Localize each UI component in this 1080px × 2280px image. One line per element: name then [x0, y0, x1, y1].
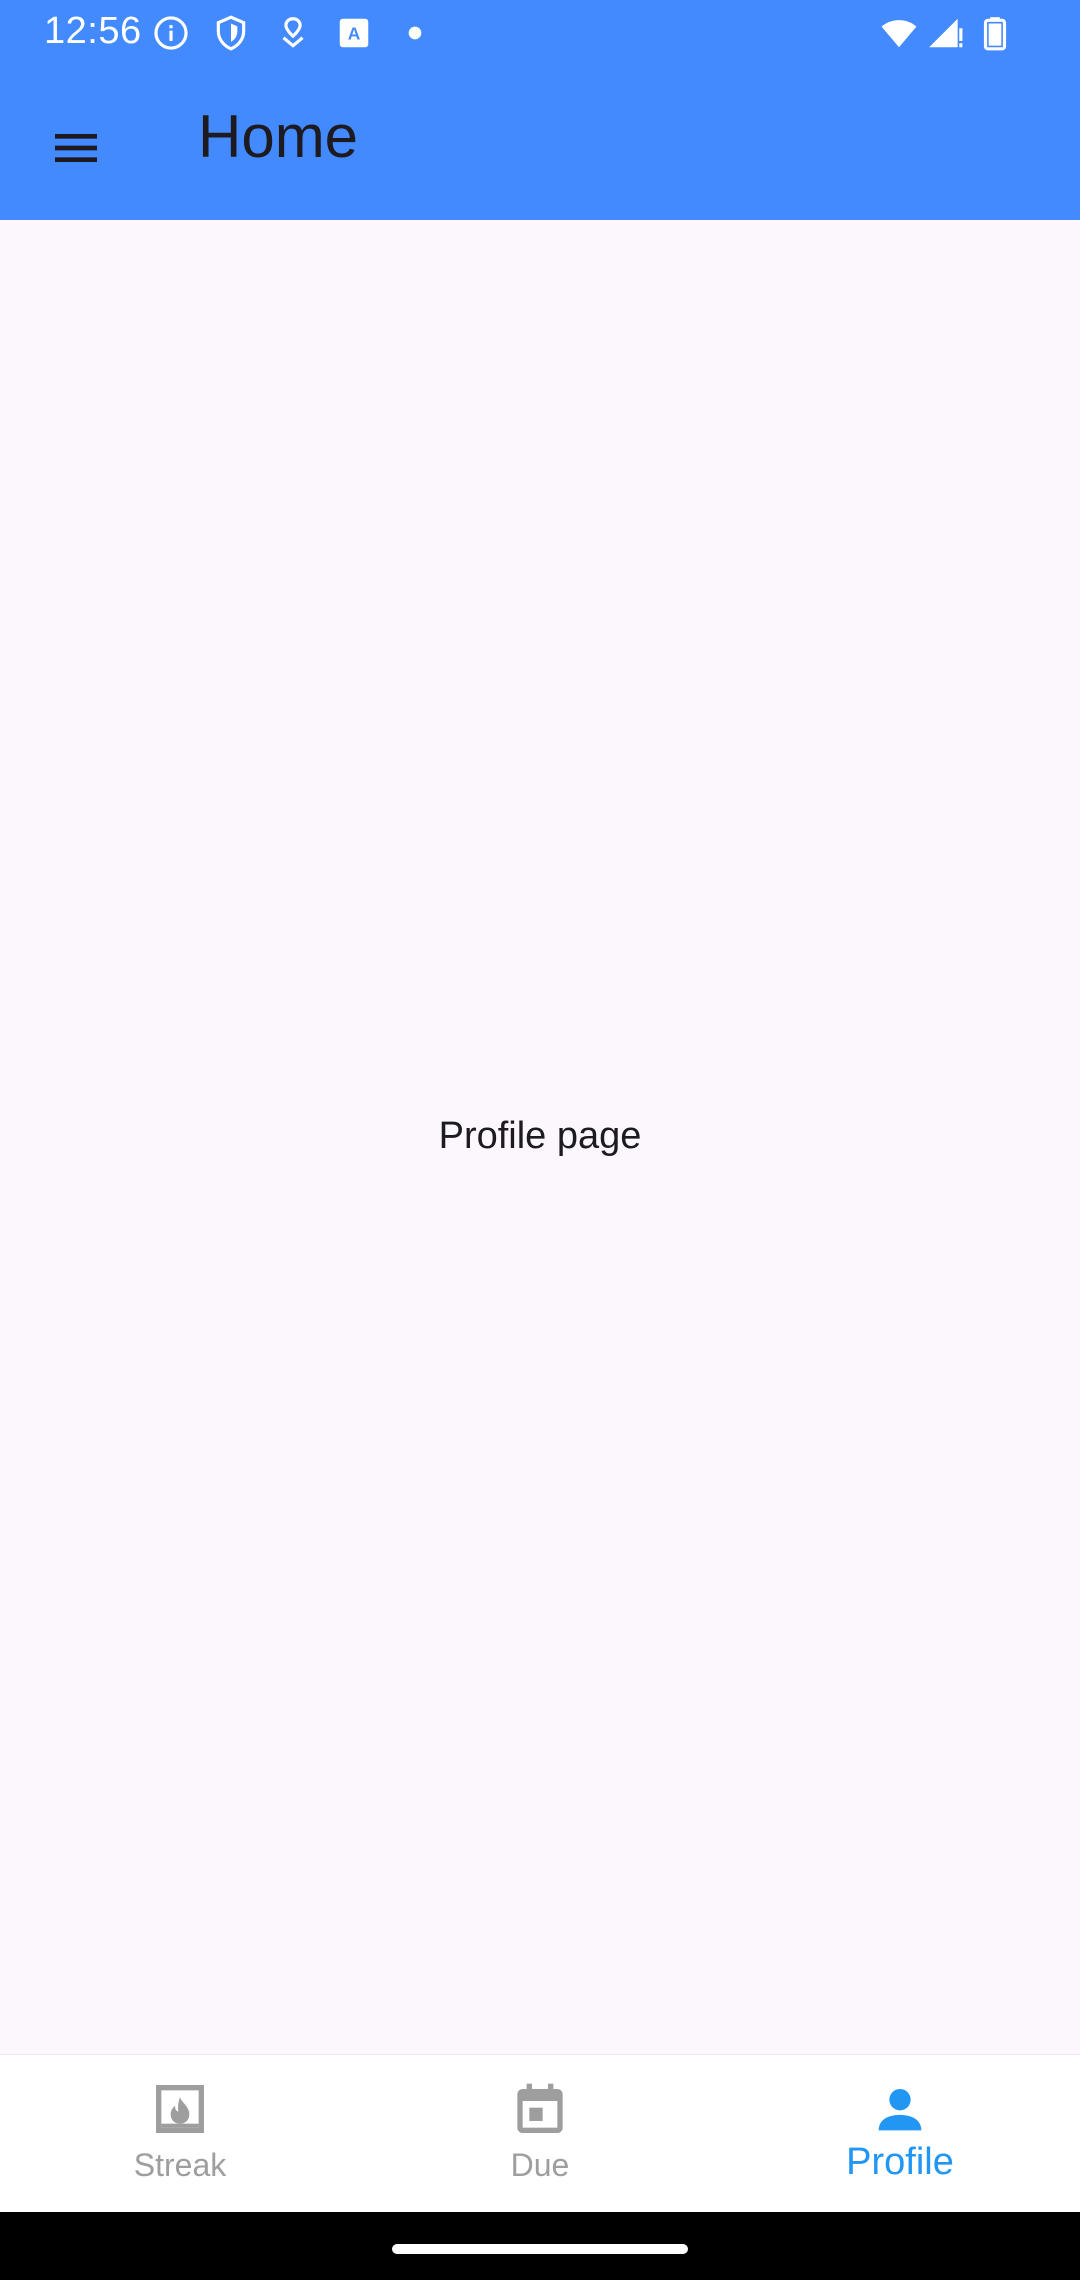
nav-label-streak: Streak	[133, 2147, 227, 2183]
fireplace-icon	[148, 2077, 212, 2141]
nav-label-profile: Profile	[846, 2141, 954, 2183]
nav-label-due: Due	[510, 2147, 570, 2183]
signal-icon	[926, 14, 964, 52]
battery-icon	[976, 14, 1014, 52]
menu-icon	[55, 134, 97, 162]
gesture-navigation-bar	[0, 2212, 1080, 2280]
calendar-icon	[508, 2077, 572, 2141]
gesture-handle[interactable]	[392, 2244, 688, 2254]
info-icon	[152, 14, 190, 52]
svg-text:A: A	[348, 23, 361, 43]
status-time: 12:56	[44, 10, 142, 52]
top-bar: 12:56 A Home	[0, 0, 1080, 220]
menu-button[interactable]	[36, 108, 116, 188]
nav-item-profile[interactable]: Profile	[720, 2055, 1080, 2213]
app-bar: Home	[0, 64, 1080, 220]
nav-item-due[interactable]: Due	[360, 2055, 720, 2213]
status-bar: 12:56 A	[0, 0, 1080, 64]
person-icon	[868, 2077, 932, 2141]
shield-icon	[212, 14, 250, 52]
profile-page-text: Profile page	[438, 1114, 642, 1157]
location-pin-icon	[274, 14, 312, 52]
app-screen: 12:56 A Home Profile page Streak Due Pro…	[0, 0, 1080, 2280]
nav-item-streak[interactable]: Streak	[0, 2055, 360, 2213]
main-content: Profile page	[0, 220, 1080, 2054]
bottom-navigation: Streak Due Profile	[0, 2054, 1080, 2213]
wifi-icon	[880, 14, 918, 52]
page-title: Home	[198, 103, 359, 170]
dot-icon	[396, 14, 434, 52]
keyboard-a-icon: A	[335, 14, 373, 52]
